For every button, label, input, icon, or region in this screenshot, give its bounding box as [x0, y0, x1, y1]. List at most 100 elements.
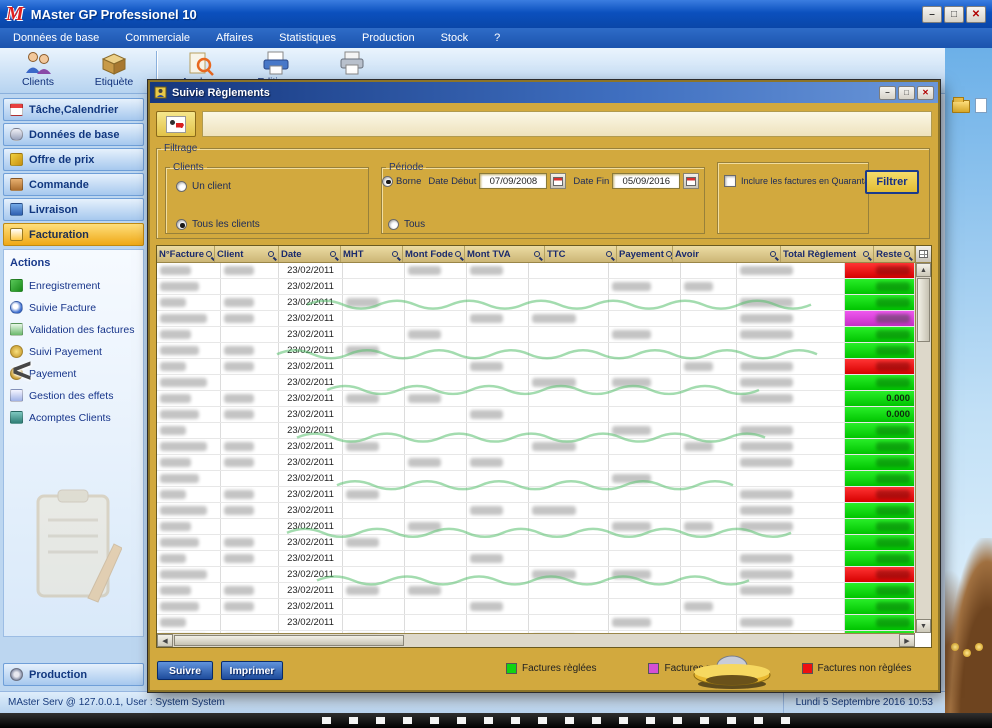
menu-item[interactable]: Données de base	[0, 32, 112, 44]
table-row[interactable]: 23/02/2011	[157, 471, 915, 487]
table-row[interactable]: 23/02/2011	[157, 519, 915, 535]
column-header[interactable]: Mont TVA	[465, 246, 545, 262]
quarantaine-checkbox[interactable]	[724, 175, 736, 187]
table-row[interactable]: 23/02/2011	[157, 599, 915, 615]
date-debut-input[interactable]: 07/09/2008	[479, 173, 547, 189]
toolbar-print-button[interactable]	[314, 48, 390, 76]
dialog-maximize-button[interactable]	[898, 86, 915, 100]
close-button[interactable]	[966, 6, 986, 23]
sidebar-item-tache-calendrier[interactable]: Tâche,Calendrier	[3, 98, 144, 121]
table-row[interactable]: 23/02/2011	[157, 583, 915, 599]
taskbar[interactable]	[0, 713, 992, 728]
menu-item[interactable]: Statistiques	[266, 32, 349, 44]
column-header[interactable]: Client	[215, 246, 279, 262]
table-row[interactable]: 23/02/2011 0.000	[157, 407, 915, 423]
sidebar-item-donnees-de-base[interactable]: Données de base	[3, 123, 144, 146]
table-row[interactable]: 23/02/2011	[157, 311, 915, 327]
search-icon[interactable]	[268, 251, 274, 257]
scroll-up-button[interactable]	[916, 263, 931, 277]
table-row[interactable]: 23/02/2011	[157, 615, 915, 631]
table-row[interactable]: 23/02/2011	[157, 359, 915, 375]
table-row[interactable]: 23/02/2011	[157, 263, 915, 279]
column-header[interactable]: Date	[279, 246, 341, 262]
table-row[interactable]: 23/02/2011	[157, 439, 915, 455]
column-header[interactable]: MHT	[341, 246, 403, 262]
dialog-minimize-button[interactable]	[879, 86, 896, 100]
menu-item[interactable]: Stock	[428, 32, 482, 44]
sidebar-item-offre-de-prix[interactable]: Offre de prix	[3, 148, 144, 171]
toolbar-clients-button[interactable]: Clients	[0, 48, 76, 88]
search-icon[interactable]	[206, 251, 212, 257]
collapse-chevron-icon[interactable]	[12, 352, 32, 391]
search-icon[interactable]	[330, 251, 336, 257]
imprimer-button[interactable]: Imprimer	[220, 660, 284, 681]
table-row[interactable]: 23/02/2011	[157, 567, 915, 583]
date-fin-input[interactable]: 05/09/2016	[612, 173, 680, 189]
table-row[interactable]: 23/02/2011	[157, 455, 915, 471]
horizontal-scrollbar[interactable]	[157, 633, 915, 647]
column-header[interactable]: Total Règlement	[781, 246, 874, 262]
search-icon[interactable]	[534, 251, 540, 257]
table-options-button[interactable]	[915, 246, 931, 263]
radio-tous-clients[interactable]: Tous les clients	[176, 219, 260, 230]
table-row[interactable]: 23/02/2011	[157, 423, 915, 439]
dialog-close-button[interactable]	[917, 86, 934, 100]
table-row[interactable]: 23/02/2011	[157, 279, 915, 295]
table-row[interactable]: 23/02/2011	[157, 487, 915, 503]
column-header[interactable]: Reste	[874, 246, 915, 262]
date-debut-calendar-button[interactable]	[550, 173, 566, 189]
toolbar-etiquette-button[interactable]: Etiquète	[76, 48, 152, 88]
column-header[interactable]: Avoir	[673, 246, 781, 262]
table-row[interactable]: 23/02/2011	[157, 503, 915, 519]
radio-tous[interactable]: Tous	[388, 219, 425, 230]
minimize-button[interactable]	[922, 6, 942, 23]
menu-item[interactable]: Production	[349, 32, 428, 44]
desktop-folder-icon[interactable]	[952, 100, 970, 113]
table-row[interactable]: 23/02/2011	[157, 327, 915, 343]
vertical-scrollbar[interactable]	[915, 263, 931, 633]
search-icon[interactable]	[392, 251, 398, 257]
quarantaine-checkbox-row[interactable]: Inclure les factures en Quarantaine	[724, 175, 881, 187]
menu-item[interactable]: Affaires	[203, 32, 266, 44]
action-item[interactable]: Validation des factures	[10, 323, 137, 336]
action-item[interactable]: Suivie Facture	[10, 301, 137, 314]
maximize-button[interactable]	[944, 6, 964, 23]
search-icon[interactable]	[606, 251, 612, 257]
sidebar-item-production[interactable]: Production	[3, 663, 144, 686]
sidebar-item-livraison[interactable]: Livraison	[3, 198, 144, 221]
dialog-titlebar[interactable]: Suivie Règlements	[150, 82, 938, 103]
action-item[interactable]: Acomptes Clients	[10, 411, 137, 424]
sidebar-item-facturation[interactable]: Facturation	[3, 223, 144, 246]
table-row[interactable]: 23/02/2011	[157, 551, 915, 567]
table-row[interactable]: 23/02/2011	[157, 295, 915, 311]
column-header[interactable]: TTC	[545, 246, 617, 262]
radio-button-icon[interactable]	[176, 181, 187, 192]
action-item[interactable]: Enregistrement	[10, 279, 137, 292]
exit-button[interactable]	[156, 111, 196, 137]
scroll-left-button[interactable]	[157, 634, 173, 647]
desktop-document-icon[interactable]	[975, 98, 987, 113]
search-icon[interactable]	[666, 251, 672, 257]
horizontal-scroll-thumb[interactable]	[174, 635, 404, 646]
date-fin-calendar-button[interactable]	[683, 173, 699, 189]
filtrer-button[interactable]: Filtrer	[865, 170, 919, 194]
scroll-down-button[interactable]	[916, 619, 931, 633]
radio-button-icon[interactable]	[176, 219, 187, 230]
search-icon[interactable]	[770, 251, 776, 257]
table-row[interactable]: 23/02/2011	[157, 375, 915, 391]
search-icon[interactable]	[455, 251, 461, 257]
radio-borne[interactable]	[382, 176, 393, 187]
column-header[interactable]: Payement	[617, 246, 673, 262]
menu-item[interactable]: ?	[481, 32, 513, 44]
suivre-button[interactable]: Suivre	[156, 660, 214, 681]
column-header[interactable]: Mont Fode	[403, 246, 465, 262]
column-header[interactable]: N°Facture	[157, 246, 215, 262]
menu-item[interactable]: Commerciale	[112, 32, 203, 44]
radio-un-client[interactable]: Un client	[176, 181, 231, 192]
vertical-scroll-thumb[interactable]	[917, 278, 930, 342]
search-icon[interactable]	[863, 251, 869, 257]
scroll-right-button[interactable]	[899, 634, 915, 647]
search-icon[interactable]	[904, 251, 910, 257]
table-row[interactable]: 23/02/2011	[157, 535, 915, 551]
table-row[interactable]: 23/02/2011 0.000	[157, 391, 915, 407]
